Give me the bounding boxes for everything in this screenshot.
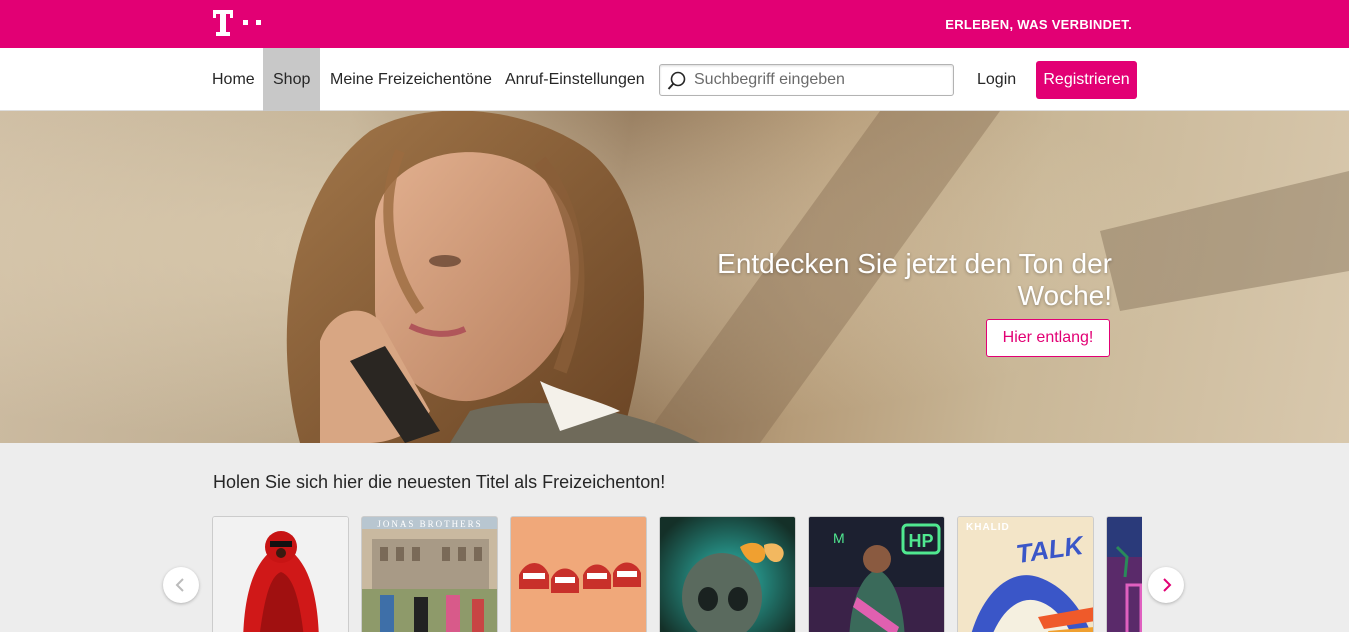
hero-banner: Entdecken Sie jetzt den Ton der Woche! H… [0,111,1349,443]
section-title: Holen Sie sich hier die neuesten Titel a… [213,472,666,492]
cover-teeth-image [511,517,646,632]
carousel-prev-button[interactable] [163,567,199,603]
chevron-left-icon [175,578,184,592]
carousel-next-button[interactable] [1148,567,1184,603]
nav-meine-freizeichentoene[interactable]: Meine Freizeichentöne [320,48,502,111]
nav-shop[interactable]: Shop [263,48,321,111]
album-cover[interactable] [510,516,647,632]
brand-bar: ERLEBEN, WAS VERBINDET. [0,0,1349,48]
cover-caption: KHALID [966,522,1010,533]
login-link[interactable]: Login [977,48,1016,111]
cover-red-fur-image [213,517,348,632]
search-box[interactable] [659,64,954,96]
album-cover[interactable] [1106,516,1142,632]
chevron-right-icon [1163,578,1172,592]
cover-khalid-talk-image: KHALID TALK [958,517,1093,632]
brand-slogan: ERLEBEN, WAS VERBINDET. [945,17,1132,32]
svg-text:M: M [833,530,845,546]
search-icon[interactable] [667,71,687,91]
album-cover[interactable]: KHALID TALK [957,516,1094,632]
cover-caption: JONAS BROTHERS [377,519,482,529]
album-cover[interactable] [212,516,349,632]
hero-cta-button[interactable]: Hier entlang! [986,319,1110,357]
hero-title: Entdecken Sie jetzt den Ton der Woche! [717,248,1112,311]
nav-anruf-einstellungen[interactable]: Anruf-Einstellungen [495,48,655,111]
search-input[interactable] [694,65,944,95]
cover-caption: HP [908,531,933,551]
album-cover[interactable]: JONAS BROTHERS [361,516,498,632]
main-nav: Home Shop Meine Freizeichentöne Anruf-Ei… [0,48,1349,111]
cover-hp-image: HP M [809,517,944,632]
hero-image [0,111,1349,443]
cover-neon-image [1107,517,1142,632]
album-cover[interactable]: HP M [808,516,945,632]
title-carousel: JONAS BROTHERS HP M KHALID TALK [212,516,1142,632]
album-cover[interactable] [659,516,796,632]
cover-skull-image [660,517,795,632]
nav-home[interactable]: Home [202,48,265,111]
register-button[interactable]: Registrieren [1036,61,1137,99]
telekom-logo-icon[interactable] [213,10,265,36]
cover-jonas-brothers-image: JONAS BROTHERS [362,517,497,632]
